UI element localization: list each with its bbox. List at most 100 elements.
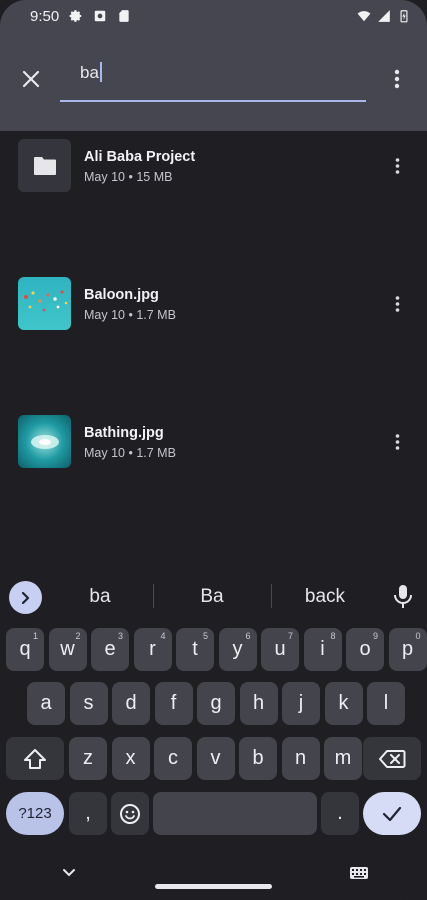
key-label: s: [83, 692, 94, 714]
key-b[interactable]: b: [239, 737, 277, 780]
key-label: a: [40, 692, 52, 714]
key-label: o: [359, 638, 371, 660]
key-x[interactable]: x: [111, 737, 150, 780]
search-results-list: Ali Baba Project May 10 • 15 MB Baloon.j…: [0, 131, 427, 468]
key-e[interactable]: e3: [91, 628, 129, 671]
key-label: q: [19, 638, 31, 660]
key-hint: 5: [202, 631, 208, 641]
key-c[interactable]: c: [154, 737, 192, 780]
item-more-button[interactable]: [389, 293, 405, 315]
more-vert-icon: [395, 296, 399, 312]
key-label: d: [125, 692, 137, 714]
signal-icon: [378, 10, 390, 22]
chevron-right-icon: [21, 591, 29, 604]
keyboard-switch-icon[interactable]: [349, 866, 369, 880]
navigation-bar: [0, 858, 427, 900]
key-label: g: [210, 692, 222, 714]
key-v[interactable]: v: [196, 737, 235, 780]
key-label: v: [210, 747, 221, 769]
key-label: m: [334, 747, 352, 769]
key-label: b: [252, 747, 264, 769]
key-n[interactable]: n: [281, 737, 320, 780]
key-label: j: [298, 692, 304, 714]
key-hint: 7: [287, 631, 293, 641]
key-t[interactable]: t5: [176, 628, 214, 671]
emoji-icon: [120, 803, 140, 824]
key-i[interactable]: i8: [303, 628, 342, 671]
suggestion-divider: [271, 584, 272, 608]
phone-screen: 9:50 ba Ali Baba Project May 10 • 15 MB …: [0, 0, 427, 900]
key-m[interactable]: m: [324, 737, 362, 780]
camera-app-icon: [94, 10, 106, 22]
key-label: ,: [85, 802, 91, 824]
key-w[interactable]: w2: [48, 628, 87, 671]
period-key[interactable]: .: [321, 792, 359, 835]
key-j[interactable]: j: [282, 682, 320, 725]
hide-keyboard-icon[interactable]: [60, 866, 78, 880]
symbols-key[interactable]: ?123: [6, 792, 64, 835]
item-more-button[interactable]: [389, 155, 405, 177]
enter-key[interactable]: [363, 792, 421, 835]
file-meta: May 10 • 15 MB: [84, 170, 173, 184]
key-label: f: [170, 692, 177, 714]
key-label: n: [294, 747, 307, 769]
key-l[interactable]: l: [367, 682, 405, 725]
space-key[interactable]: [153, 792, 317, 835]
microphone-icon: [394, 585, 412, 608]
folder-icon: [33, 156, 56, 175]
key-s[interactable]: s: [69, 682, 108, 725]
balloon-photo-thumbnail: [18, 277, 71, 330]
list-item[interactable]: Baloon.jpg May 10 • 1.7 MB: [0, 269, 427, 338]
keyboard-menu-button[interactable]: [9, 581, 42, 614]
key-h[interactable]: h: [239, 682, 278, 725]
voice-input-button[interactable]: [393, 584, 413, 610]
key-d[interactable]: d: [112, 682, 150, 725]
key-hint: 1: [32, 631, 38, 641]
key-a[interactable]: a: [27, 682, 65, 725]
item-more-button[interactable]: [389, 431, 405, 453]
backspace-key[interactable]: [363, 737, 421, 780]
key-label: t: [192, 638, 198, 660]
emoji-key[interactable]: [111, 792, 149, 835]
more-vert-icon: [394, 69, 400, 89]
key-u[interactable]: u7: [261, 628, 299, 671]
key-hint: 0: [415, 631, 421, 641]
gear-icon: [69, 10, 82, 22]
suggestion-2[interactable]: Ba: [162, 586, 262, 608]
folder-thumbnail: [18, 139, 71, 192]
key-hint: 3: [117, 631, 123, 641]
list-item[interactable]: Bathing.jpg May 10 • 1.7 MB: [0, 407, 427, 476]
close-search-button[interactable]: [14, 62, 48, 96]
file-meta: May 10 • 1.7 MB: [84, 308, 176, 322]
key-label: k: [338, 692, 349, 714]
image-thumbnail: [18, 277, 71, 330]
image-thumbnail: [18, 415, 71, 468]
key-k[interactable]: k: [324, 682, 363, 725]
key-label: x: [125, 747, 136, 769]
suggestion-strip: ba Ba back: [0, 575, 427, 619]
home-gesture-handle[interactable]: [155, 884, 272, 889]
file-name: Baloon.jpg: [84, 287, 159, 303]
key-p[interactable]: p0: [388, 628, 427, 671]
suggestion-3[interactable]: back: [275, 586, 375, 608]
key-r[interactable]: r4: [133, 628, 172, 671]
key-z[interactable]: z: [69, 737, 107, 780]
status-bar: 9:50: [0, 0, 427, 32]
key-g[interactable]: g: [197, 682, 235, 725]
key-label: z: [83, 747, 93, 769]
key-y[interactable]: y6: [218, 628, 257, 671]
key-q[interactable]: q1: [6, 628, 44, 671]
search-input[interactable]: ba: [60, 50, 366, 102]
key-label: e: [104, 638, 116, 660]
status-time: 9:50: [30, 7, 60, 25]
key-hint: 9: [372, 631, 378, 641]
file-meta: May 10 • 1.7 MB: [84, 446, 176, 460]
key-o[interactable]: o9: [346, 628, 384, 671]
list-item[interactable]: Ali Baba Project May 10 • 15 MB: [0, 131, 427, 200]
suggestion-1[interactable]: ba: [50, 586, 150, 608]
key-f[interactable]: f: [154, 682, 193, 725]
file-name: Bathing.jpg: [84, 425, 164, 441]
comma-key[interactable]: ,: [69, 792, 107, 835]
shift-key[interactable]: [6, 737, 64, 780]
more-options-button[interactable]: [387, 68, 407, 90]
